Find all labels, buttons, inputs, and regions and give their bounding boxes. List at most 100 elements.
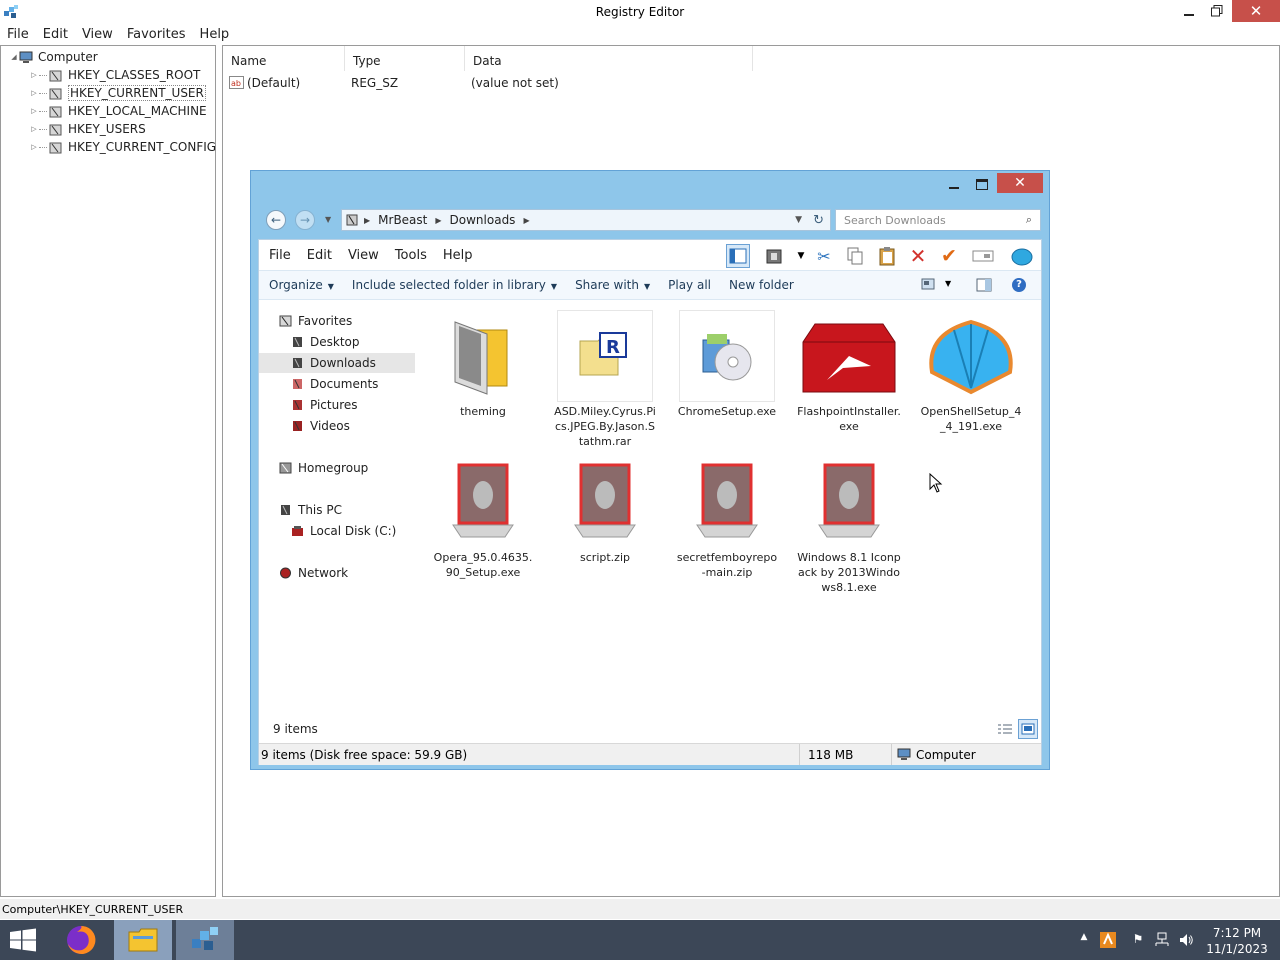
file-item[interactable]: FlashpointInstaller.exe <box>797 310 901 434</box>
tree-item-hkey-current-config[interactable]: ▷ HKEY_CURRENT_CONFIG <box>29 138 216 156</box>
expand-arrow-icon[interactable]: ▷ <box>29 107 39 115</box>
nav-documents[interactable]: Documents <box>259 374 415 394</box>
expand-arrow-icon[interactable]: ▷ <box>29 125 39 133</box>
close-button[interactable]: ✕ <box>997 173 1043 193</box>
address-bar[interactable]: ▶ MrBeast ▶ Downloads ▶ ▼ ↻ <box>341 209 831 231</box>
tree-item-hkey-local-machine[interactable]: ▷ HKEY_LOCAL_MACHINE <box>29 102 207 120</box>
file-list[interactable]: theming R ASD.Miley.Cyrus.Pics.JPEG.By.J… <box>429 310 1039 710</box>
include-in-library-button[interactable]: Include selected folder in library ▼ <box>344 278 567 292</box>
show-hidden-icons-icon[interactable]: ▲ <box>1076 932 1092 948</box>
file-item[interactable]: secretfemboyrepo-main.zip <box>675 456 779 580</box>
menu-edit[interactable]: Edit <box>297 248 338 263</box>
change-view-icon[interactable] <box>921 278 935 293</box>
back-button[interactable]: ← <box>266 210 286 230</box>
clock[interactable]: 7:12 PM 11/1/2023 <box>1200 925 1274 957</box>
back-arrow-icon: ← <box>270 213 282 227</box>
new-folder-button[interactable]: New folder <box>721 278 804 292</box>
file-item[interactable]: Windows 8.1 Iconpack by 2013Windows8.1.e… <box>797 456 901 595</box>
breadcrumb-downloads[interactable]: Downloads <box>450 213 516 227</box>
menu-view[interactable]: View <box>338 248 385 263</box>
column-header-data[interactable]: Data <box>465 46 753 71</box>
copy-icon[interactable] <box>843 244 867 268</box>
cut-icon[interactable]: ✂ <box>812 244 836 268</box>
search-input[interactable]: Search Downloads ⌕ <box>835 209 1041 231</box>
tree-label: HKEY_CURRENT_CONFIG <box>68 140 217 154</box>
shell-options-icon[interactable] <box>1010 244 1034 268</box>
minimize-button[interactable] <box>939 173 969 195</box>
menu-file[interactable]: File <box>0 24 36 44</box>
views-button[interactable] <box>762 244 786 268</box>
large-icons-view-button[interactable] <box>1018 719 1038 739</box>
views-dropdown-icon[interactable]: ▼ <box>789 244 813 268</box>
taskbar-registry-editor[interactable] <box>176 920 234 960</box>
view-dropdown-icon[interactable]: ▼ <box>945 279 951 288</box>
organize-button[interactable]: Organize ▼ <box>259 278 344 292</box>
play-all-button[interactable]: Play all <box>660 278 721 292</box>
menu-tools[interactable]: Tools <box>385 248 433 263</box>
file-item[interactable]: R ASD.Miley.Cyrus.Pics.JPEG.By.Jason.Sta… <box>553 310 657 449</box>
tree-item-hkey-classes-root[interactable]: ▷ HKEY_CLASSES_ROOT <box>29 66 200 84</box>
nav-favorites[interactable]: Favorites <box>259 311 415 331</box>
details-view-button[interactable] <box>995 719 1015 739</box>
taskbar-firefox[interactable] <box>52 920 110 960</box>
nav-network[interactable]: Network <box>259 563 415 583</box>
expand-arrow-icon[interactable]: ▷ <box>29 89 39 97</box>
nav-downloads[interactable]: Downloads <box>259 353 415 373</box>
file-explorer-window[interactable]: ✕ ← → ▼ ▶ MrBeast ▶ Downloads ▶ ▼ ↻ Sear… <box>250 170 1050 770</box>
tree-item-computer[interactable]: ◢ Computer <box>9 48 97 66</box>
menu-view[interactable]: View <box>75 24 120 44</box>
menu-edit[interactable]: Edit <box>36 24 75 44</box>
network-icon[interactable] <box>1154 932 1170 948</box>
breadcrumb-chevron-icon[interactable]: ▶ <box>435 216 441 225</box>
action-center-flag-icon[interactable]: ⚑ <box>1130 932 1146 948</box>
share-with-button[interactable]: Share with ▼ <box>567 278 660 292</box>
expand-arrow-icon[interactable]: ▷ <box>29 143 39 151</box>
nav-videos[interactable]: Videos <box>259 416 415 436</box>
tree-label: HKEY_LOCAL_MACHINE <box>68 104 207 118</box>
column-header-name[interactable]: Name <box>223 46 345 71</box>
registry-title-bar[interactable]: Registry Editor ✕ <box>0 0 1280 24</box>
menu-help[interactable]: Help <box>193 24 237 44</box>
volume-icon[interactable] <box>1178 932 1194 948</box>
recent-locations-dropdown[interactable]: ▼ <box>325 215 331 224</box>
breadcrumb-chevron-icon[interactable]: ▶ <box>364 216 370 225</box>
preview-pane-button[interactable] <box>726 244 750 268</box>
file-item[interactable]: OpenShellSetup_4_4_191.exe <box>919 310 1023 434</box>
menu-file[interactable]: File <box>259 248 297 263</box>
nav-this-pc[interactable]: This PC <box>259 500 415 520</box>
rename-icon[interactable] <box>971 244 995 268</box>
delete-icon[interactable]: ✕ <box>906 244 930 268</box>
nav-homegroup[interactable]: Homegroup <box>259 458 415 478</box>
address-dropdown-icon[interactable]: ▼ <box>795 215 802 225</box>
nav-pictures[interactable]: Pictures <box>259 395 415 415</box>
file-item[interactable]: ChromeSetup.exe <box>675 310 779 419</box>
taskbar-file-explorer[interactable] <box>114 920 172 960</box>
close-button[interactable]: ✕ <box>1232 0 1280 22</box>
nav-desktop[interactable]: Desktop <box>259 332 415 352</box>
file-item[interactable]: Opera_95.0.4635.90_Setup.exe <box>431 456 535 580</box>
menu-help[interactable]: Help <box>433 248 479 263</box>
paste-icon[interactable] <box>875 244 899 268</box>
nav-local-disk[interactable]: Local Disk (C:) <box>259 521 415 541</box>
preview-pane-icon[interactable] <box>976 278 992 295</box>
expand-arrow-icon[interactable]: ▷ <box>29 71 39 79</box>
properties-check-icon[interactable]: ✔ <box>937 244 961 268</box>
tree-item-hkey-current-user[interactable]: ▷ HKEY_CURRENT_USER <box>29 84 206 102</box>
column-header-type[interactable]: Type <box>345 46 465 71</box>
breadcrumb-chevron-icon[interactable]: ▶ <box>523 216 529 225</box>
collapse-arrow-icon[interactable]: ◢ <box>9 53 19 61</box>
help-icon[interactable]: ? <box>1012 278 1026 292</box>
registry-key-tree[interactable]: ◢ Computer ▷ HKEY_CLASSES_ROOT ▷ HKEY_CU… <box>0 45 216 897</box>
forward-button[interactable]: → <box>295 210 315 230</box>
refresh-icon[interactable]: ↻ <box>813 213 824 228</box>
breadcrumb-mrbeast[interactable]: MrBeast <box>378 213 427 227</box>
file-item[interactable]: script.zip <box>553 456 657 565</box>
file-item[interactable]: theming <box>431 310 535 419</box>
restore-button[interactable] <box>1200 0 1234 22</box>
maximize-button[interactable] <box>967 173 997 195</box>
menu-favorites[interactable]: Favorites <box>120 24 193 44</box>
tray-app-icon[interactable] <box>1100 932 1116 948</box>
tree-item-hkey-users[interactable]: ▷ HKEY_USERS <box>29 120 145 138</box>
search-icon[interactable]: ⌕ <box>1026 213 1032 227</box>
start-button[interactable] <box>0 920 46 960</box>
